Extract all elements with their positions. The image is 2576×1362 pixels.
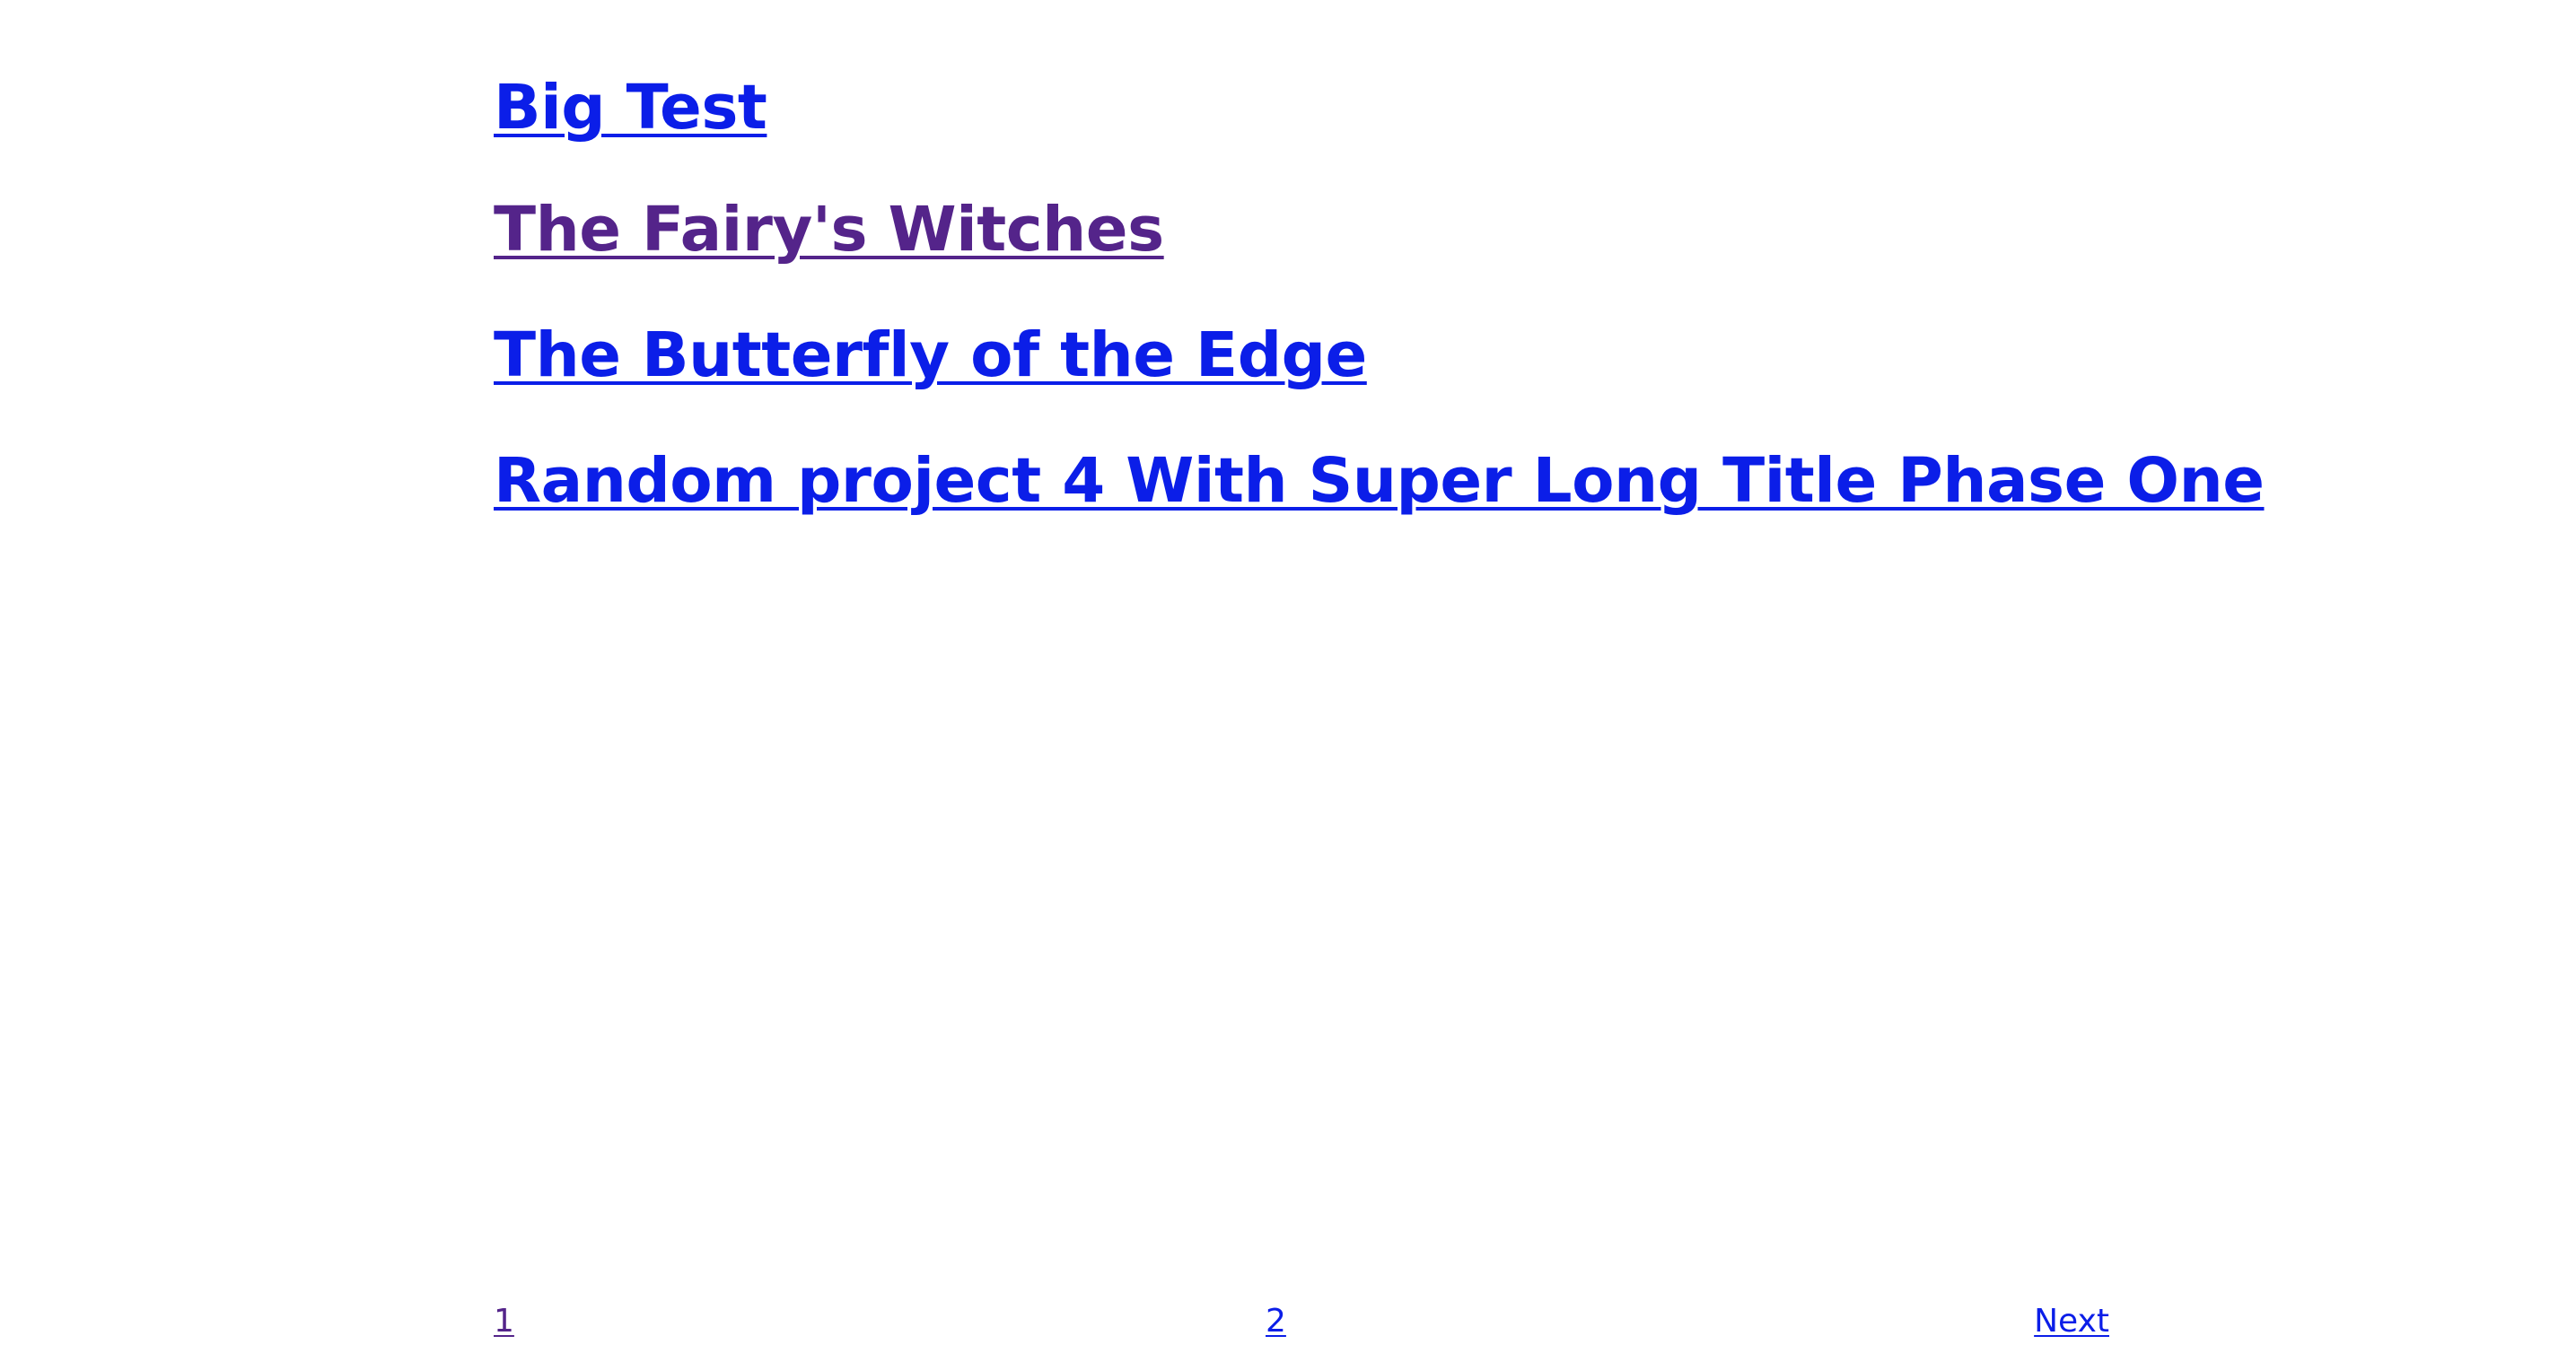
- page-1-link[interactable]: 1: [494, 1305, 514, 1338]
- list-item: The Fairy's Witches: [494, 126, 2109, 261]
- next-page-link[interactable]: Next: [2034, 1305, 2109, 1338]
- list-item: The Butterfly of the Edge: [494, 251, 2109, 387]
- project-list: Big Test The Fairy's Witches The Butterf…: [494, 0, 2265, 512]
- list-item: Big Test: [494, 0, 2109, 139]
- pagination: 1 2 Next: [494, 1305, 2109, 1341]
- project-link-random-project-4[interactable]: Random project 4 With Super Long Title P…: [494, 450, 2265, 512]
- list-item: Random project 4 With Super Long Title P…: [494, 377, 2265, 512]
- page-2-link[interactable]: 2: [1266, 1305, 1286, 1338]
- main-content: Big Test The Fairy's Witches The Butterf…: [494, 0, 2265, 512]
